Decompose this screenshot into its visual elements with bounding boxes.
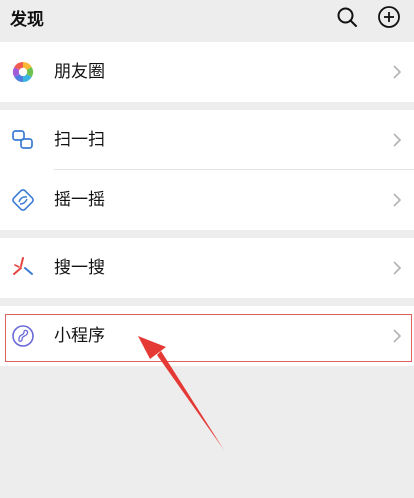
menu-item-mini-programs-label: 小程序 <box>54 326 105 346</box>
search-sparkle-icon <box>11 256 35 280</box>
chevron-right-icon <box>392 132 402 148</box>
menu-item-search[interactable]: 搜一搜 <box>0 238 414 298</box>
top-bar: 发现 <box>0 0 414 36</box>
menu-item-moments-label: 朋友圈 <box>54 62 105 82</box>
menu-item-moments[interactable]: 朋友圈 <box>0 42 414 102</box>
plus-circle-icon[interactable] <box>377 5 401 29</box>
menu-item-scan-label: 扫一扫 <box>54 130 105 150</box>
menu-item-shake[interactable]: 摇一摇 <box>0 170 414 230</box>
scan-icon <box>11 128 35 152</box>
menu-item-shake-label: 摇一摇 <box>54 190 105 210</box>
menu-group-scan-shake: 扫一扫 摇一摇 <box>0 110 414 230</box>
shake-icon <box>11 188 35 212</box>
menu-group-moments: 朋友圈 <box>0 42 414 102</box>
chevron-right-icon <box>392 64 402 80</box>
moments-aperture-icon <box>11 60 35 84</box>
menu-item-search-label: 搜一搜 <box>54 258 105 278</box>
mini-program-icon <box>11 324 35 348</box>
menu-item-scan[interactable]: 扫一扫 <box>0 110 414 170</box>
page-title: 发现 <box>10 10 44 30</box>
menu-item-mini-programs[interactable]: 小程序 <box>0 306 414 366</box>
menu-group-mini-programs: 小程序 <box>0 306 414 366</box>
chevron-right-icon <box>392 260 402 276</box>
chevron-right-icon <box>392 192 402 208</box>
search-icon[interactable] <box>335 5 359 29</box>
menu-group-search: 搜一搜 <box>0 238 414 298</box>
chevron-right-icon <box>392 328 402 344</box>
